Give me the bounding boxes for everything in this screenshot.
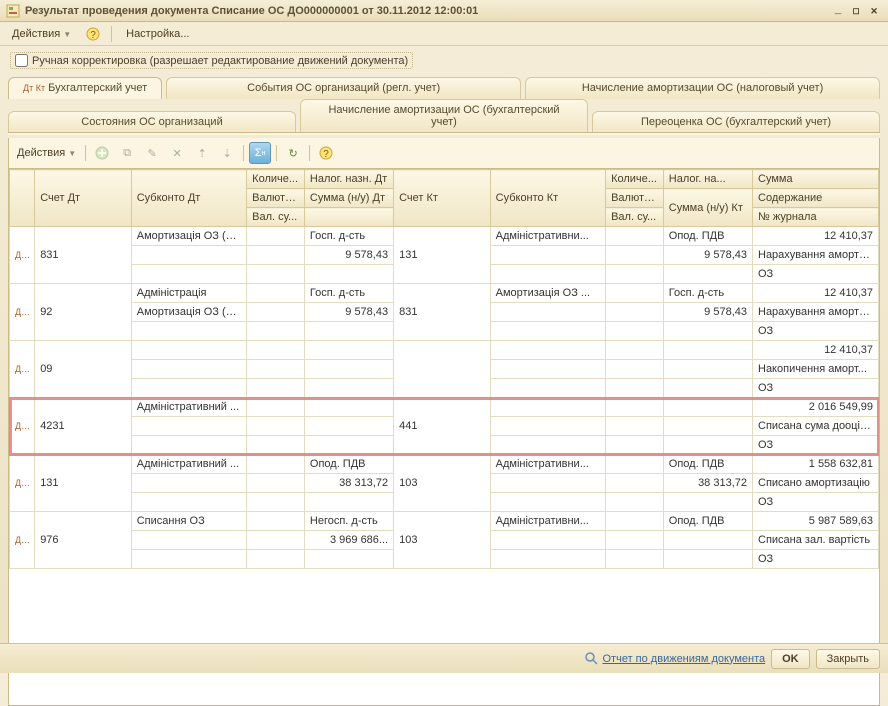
menu-settings[interactable]: Настройка...	[120, 25, 195, 43]
manual-edit-row: Ручная корректировка (разрешает редактир…	[0, 46, 888, 73]
grid-header: Счет Дт Субконто Дт Количе... Налог. наз…	[10, 170, 879, 227]
table-row[interactable]: Дт Кт92АдміністраціяГосп. д-сть831Аморти…	[10, 284, 879, 341]
tab-os-states[interactable]: Состояния ОС организаций	[8, 111, 296, 133]
hdr-journal[interactable]: № журнала	[753, 208, 879, 227]
table-row[interactable]: Дт Кт131Адміністративний ...Опод. ПДВ103…	[10, 455, 879, 512]
hdr-cur[interactable]: Валюта ...	[247, 189, 305, 208]
delete-icon[interactable]: ✕	[166, 142, 188, 164]
help-icon-2[interactable]: ?	[315, 142, 337, 164]
hdr-qty[interactable]: Количе...	[247, 170, 305, 189]
title-bar: Результат проведения документа Списание …	[0, 0, 888, 22]
table-row[interactable]: Дт Кт4231Адміністративний ...4412 016 54…	[10, 398, 879, 455]
tab-accounting[interactable]: Дт КтБухгалтерский учет	[8, 77, 162, 99]
hdr-cur2[interactable]: Валюта...	[606, 189, 664, 208]
sigma-icon[interactable]: Σн	[249, 142, 271, 164]
move-down-icon[interactable]: ⇣	[216, 142, 238, 164]
svg-text:?: ?	[323, 149, 329, 160]
hdr-taxna[interactable]: Налог. на...	[663, 170, 752, 189]
tab-revaluation[interactable]: Переоценка ОС (бухгалтерский учет)	[592, 111, 880, 133]
grid-table: Счет Дт Субконто Дт Количе... Налог. наз…	[9, 169, 879, 569]
ok-button[interactable]: OK	[771, 649, 810, 669]
copy-icon[interactable]: ⧉	[116, 142, 138, 164]
tabs-row-1: Дт КтБухгалтерский учет События ОС орган…	[0, 77, 888, 99]
grid[interactable]: Счет Дт Субконто Дт Количе... Налог. наз…	[8, 168, 880, 706]
inner-actions[interactable]: Действия▼	[13, 144, 80, 162]
divider	[111, 26, 112, 42]
tabs-underline	[8, 132, 880, 135]
hdr-val[interactable]: Вал. су...	[247, 208, 305, 227]
add-icon[interactable]	[91, 142, 113, 164]
minimize-button[interactable]: _	[830, 4, 846, 18]
hdr-sub-dt[interactable]: Субконто Дт	[131, 170, 246, 227]
hdr-acc-kt[interactable]: Счет Кт	[394, 170, 491, 227]
help-icon[interactable]: ?	[83, 24, 103, 44]
edit-icon[interactable]: ✎	[141, 142, 163, 164]
hdr-desc[interactable]: Содержание	[753, 189, 879, 208]
doc-result-icon	[6, 4, 20, 18]
refresh-icon[interactable]: ↻	[282, 142, 304, 164]
table-row[interactable]: Дт Кт976Списання ОЗНегосп. д-сть103Адмін…	[10, 512, 879, 569]
report-link[interactable]: Отчет по движениям документа	[585, 652, 766, 666]
tab-os-events[interactable]: События ОС организаций (регл. учет)	[166, 77, 521, 99]
hdr-taxdt[interactable]: Налог. назн. Дт	[304, 170, 393, 189]
svg-text:?: ?	[90, 30, 96, 41]
table-row[interactable]: Дт Кт0912 410,37Накопичення аморт...ОЗ	[10, 341, 879, 398]
report-icon	[585, 652, 599, 666]
window-title: Результат проведения документа Списание …	[25, 5, 830, 17]
hdr-sumkt[interactable]: Сумма (н/у) Кт	[663, 189, 752, 227]
inner-toolbar: Действия▼ ⧉ ✎ ✕ ⇡ ⇣ Σн ↻ ?	[8, 138, 880, 168]
menu-actions[interactable]: Действия▼	[6, 25, 77, 43]
footer: Отчет по движениям документа OK Закрыть	[0, 643, 888, 673]
menu-bar: Действия▼ ? Настройка...	[0, 22, 888, 46]
maximize-button[interactable]: ☐	[848, 4, 864, 18]
move-up-icon[interactable]: ⇡	[191, 142, 213, 164]
tab-amort-tax[interactable]: Начисление амортизации ОС (налоговый уче…	[525, 77, 880, 99]
hdr-sumnu[interactable]: Сумма (н/у) Дт	[304, 189, 393, 208]
manual-edit-label: Ручная корректировка (разрешает редактир…	[32, 55, 408, 67]
hdr-sum[interactable]: Сумма	[753, 170, 879, 189]
tabs-row-2: Состояния ОС организаций Начисление амор…	[0, 99, 888, 133]
manual-edit-checkbox[interactable]	[15, 54, 28, 67]
hdr-sub-kt[interactable]: Субконто Кт	[490, 170, 605, 227]
hdr-acc-dt[interactable]: Счет Дт	[35, 170, 132, 227]
table-row[interactable]: Дт Кт831Амортизація ОЗ (А...Госп. д-сть1…	[10, 227, 879, 284]
window-controls: _ ☐ ✕	[830, 4, 882, 18]
close-button[interactable]: ✕	[866, 4, 882, 18]
hdr-val2[interactable]: Вал. су...	[606, 208, 664, 227]
close-footer-button[interactable]: Закрыть	[816, 649, 880, 669]
tab-amort-acct[interactable]: Начисление амортизации ОС (бухгалтерский…	[300, 99, 588, 133]
hdr-qty2[interactable]: Количе...	[606, 170, 664, 189]
